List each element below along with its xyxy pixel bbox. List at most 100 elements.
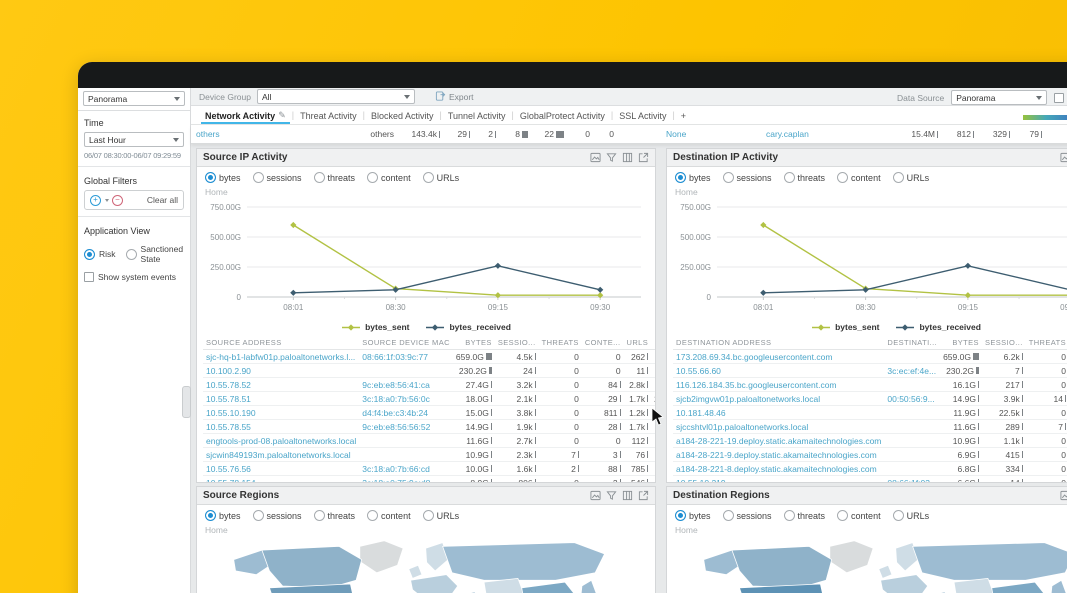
export-image-icon[interactable] [1060, 490, 1067, 501]
tab-blocked-activity[interactable]: Blocked Activity [367, 109, 438, 124]
mac-link[interactable]: 3c:18:a0:75:9a:d8 [362, 478, 430, 483]
address-link[interactable]: 10.55.76.56 [206, 464, 251, 474]
tab-globalprotect-activity[interactable]: GlobalProtect Activity [516, 109, 609, 124]
address-link[interactable]: 10.55.66.60 [676, 366, 721, 376]
mac-link[interactable]: 9c:eb:e8:56:56:52 [362, 422, 430, 432]
address-link[interactable]: 10.55.78.154 [206, 478, 256, 483]
column-header[interactable]: CONTE... [581, 336, 624, 350]
column-header[interactable]: SOURCE DEVICE MAC [359, 336, 453, 350]
address-link[interactable]: 10.55.78.52 [206, 380, 251, 390]
metric-urls[interactable]: URLs [422, 510, 459, 521]
filter-icon[interactable] [606, 490, 617, 501]
user-link[interactable]: cary.caplan [766, 129, 888, 139]
column-header[interactable]: SESSIO... [981, 336, 1026, 350]
metric-bytes[interactable]: bytes [205, 172, 241, 183]
export-button[interactable]: Export [435, 91, 474, 102]
tab-ssl-activity[interactable]: SSL Activity [615, 109, 670, 124]
export-image-icon[interactable] [590, 152, 601, 163]
show-system-events-checkbox[interactable]: Show system events [84, 272, 184, 282]
address-link[interactable]: 10.55.78.55 [206, 422, 251, 432]
address-link[interactable]: sjccshtvl01p.paloaltonetworks.local [676, 422, 808, 432]
mac-link[interactable]: 00:50:56:9... [887, 394, 934, 404]
sanctioned-state-radio[interactable]: Sanctioned State [125, 244, 184, 264]
metric-threats[interactable]: threats [313, 510, 355, 521]
data-source-select[interactable]: Panorama [951, 90, 1048, 105]
add-filter-icon[interactable]: + [90, 194, 101, 206]
tab-network-activity[interactable]: Network Activity ✎ [201, 108, 290, 124]
metric-bytes[interactable]: bytes [675, 510, 711, 521]
column-header[interactable]: URLS [623, 336, 652, 350]
metric-content[interactable]: content [837, 510, 881, 521]
metric-threats[interactable]: threats [313, 172, 355, 183]
metric-threats[interactable]: threats [783, 510, 825, 521]
metric-urls[interactable]: URLs [892, 510, 929, 521]
column-header[interactable]: SOURCE ADDRESS [203, 336, 360, 350]
metric-sessions[interactable]: sessions [252, 172, 302, 183]
mac-link[interactable]: 08:66:1f:03:9c:77 [362, 352, 428, 362]
mac-link[interactable]: 3c:18:a0:7b:56:0c [362, 394, 430, 404]
app-link[interactable]: others [196, 129, 346, 139]
breadcrumb[interactable]: Home [197, 186, 655, 197]
columns-icon[interactable] [622, 152, 633, 163]
source-ip-chart[interactable]: 750.00G 500.00G 250.00G 0 08:01 08:30 09:15 09:… [197, 197, 645, 315]
breadcrumb[interactable]: Home [667, 524, 1067, 535]
column-header[interactable]: BYTES [452, 336, 495, 350]
context-select[interactable]: Panorama [83, 91, 185, 106]
risk-radio[interactable]: Risk [84, 244, 116, 264]
chevron-down-icon[interactable] [105, 198, 109, 202]
metric-sessions[interactable]: sessions [722, 510, 772, 521]
column-header[interactable]: DESTINATION ADDRESS [673, 336, 885, 350]
metric-content[interactable]: content [837, 172, 881, 183]
metric-urls[interactable]: URLs [892, 172, 929, 183]
address-link[interactable]: a184-28-221-8.deploy.static.akamaitechno… [676, 464, 877, 474]
address-link[interactable]: 10.55.78.51 [206, 394, 251, 404]
metric-content[interactable]: content [367, 510, 411, 521]
source-regions-map[interactable] [205, 537, 637, 593]
column-header[interactable]: SESSIO... [494, 336, 539, 350]
address-link[interactable]: 10.181.48.46 [676, 408, 726, 418]
export-image-icon[interactable] [1060, 152, 1067, 163]
address-link[interactable]: a184-28-221-9.deploy.static.akamaitechno… [676, 450, 877, 460]
destination-regions-map[interactable] [675, 537, 1067, 593]
mac-link[interactable]: d4:f4:be:c3:4b:24 [362, 408, 428, 418]
mac-link[interactable]: 3c:18:a0:7b:66:cd [362, 464, 430, 474]
sidebar-collapse-handle[interactable] [182, 386, 191, 418]
address-link[interactable]: 173.208.69.34.bc.googleusercontent.com [676, 352, 832, 362]
export-image-icon[interactable] [590, 490, 601, 501]
filter-icon[interactable] [606, 152, 617, 163]
columns-icon[interactable] [622, 490, 633, 501]
column-header[interactable]: BYTES [940, 336, 982, 350]
tab-threat-activity[interactable]: Threat Activity [296, 109, 361, 124]
metric-bytes[interactable]: bytes [205, 510, 241, 521]
device-group-select[interactable]: All [256, 89, 415, 104]
address-link[interactable]: 10.55.10.219 [676, 478, 726, 483]
address-link[interactable]: 10.55.10.190 [206, 408, 256, 418]
clear-all-button[interactable]: Clear all [147, 195, 178, 205]
metric-bytes[interactable]: bytes [675, 172, 711, 183]
breadcrumb[interactable]: Home [667, 186, 1067, 197]
address-link[interactable]: 116.126.184.35.bc.googleusercontent.com [676, 380, 837, 390]
column-header[interactable]: THREATS [538, 336, 582, 350]
tab-tunnel-activity[interactable]: Tunnel Activity [444, 109, 510, 124]
address-link[interactable]: a184-28-221-19.deploy.static.akamaitechn… [676, 436, 881, 446]
address-link[interactable]: sjcwin849193m.paloaltonetworks.local [206, 450, 351, 460]
address-link[interactable]: engtools-prod-08.paloaltonetworks.local [206, 436, 356, 446]
mac-link[interactable]: 08:66:1f:03... [887, 478, 937, 483]
mac-link[interactable]: 9c:eb:e8:56:41:ca [362, 380, 430, 390]
column-header[interactable]: DESTINATI... [884, 336, 941, 350]
column-header[interactable]: APPS [651, 336, 655, 350]
metric-threats[interactable]: threats [783, 172, 825, 183]
metric-urls[interactable]: URLs [422, 172, 459, 183]
metric-sessions[interactable]: sessions [252, 510, 302, 521]
open-external-icon[interactable] [638, 490, 649, 501]
metric-content[interactable]: content [367, 172, 411, 183]
remove-filter-icon[interactable]: − [112, 194, 123, 206]
metric-sessions[interactable]: sessions [722, 172, 772, 183]
address-link[interactable]: sjc-hq-b1-labfw01p.paloaltonetworks.l... [206, 352, 355, 362]
open-external-icon[interactable] [638, 152, 649, 163]
auto-refresh-checkbox[interactable]: Auto [1054, 92, 1067, 103]
tab--[interactable]: + [677, 109, 690, 124]
time-range-select[interactable]: Last Hour [84, 132, 184, 147]
address-link[interactable]: sjcb2imgvw01p.paloaltonetworks.local [676, 394, 820, 404]
breadcrumb[interactable]: Home [197, 524, 655, 535]
